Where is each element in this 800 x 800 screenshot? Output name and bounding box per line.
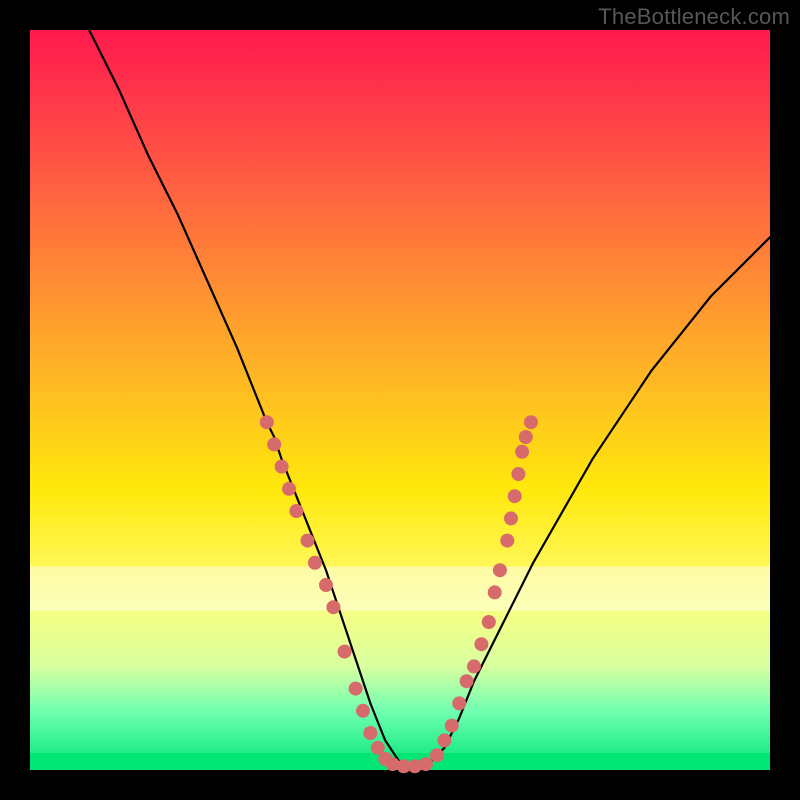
curve-marker [445,719,459,733]
curve-marker [356,704,370,718]
curve-marker [289,504,303,518]
curve-svg [30,30,770,770]
curve-marker [500,534,514,548]
curve-marker [308,556,322,570]
curve-marker [326,600,340,614]
curve-marker [524,415,538,429]
curve-marker [467,659,481,673]
curve-marker [419,757,433,771]
curve-marker [430,748,444,762]
curve-marker [282,482,296,496]
curve-marker [338,645,352,659]
curve-marker [452,696,466,710]
chart-frame: TheBottleneck.com [0,0,800,800]
curve-marker [511,467,525,481]
curve-marker [301,534,315,548]
curve-marker [488,585,502,599]
curve-marker [363,726,377,740]
curve-marker [474,637,488,651]
watermark-text: TheBottleneck.com [598,4,790,30]
curve-marker [437,733,451,747]
curve-marker [482,615,496,629]
curve-marker [260,415,274,429]
curve-marker [460,674,474,688]
bands-group [30,567,770,771]
curve-marker [515,445,529,459]
curve-marker [275,460,289,474]
curve-marker [267,437,281,451]
curve-marker [519,430,533,444]
curve-marker [493,563,507,577]
curve-marker [504,511,518,525]
curve-marker [508,489,522,503]
bottleneck-curve [89,30,770,766]
pale-band [30,567,770,611]
curve-marker [319,578,333,592]
plot-area [30,30,770,770]
curve-marker [349,682,363,696]
